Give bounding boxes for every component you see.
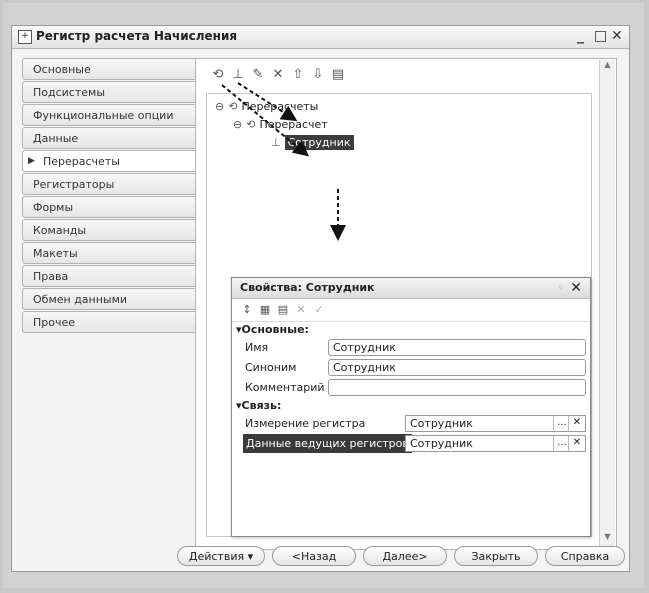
leading-value: Сотрудник bbox=[410, 437, 473, 450]
delete-icon[interactable]: ✕ bbox=[268, 67, 288, 85]
recalculation-tree[interactable]: ⊖ ⟲ Перерасчеты ⊖ ⟲ Перерасчет ⊥ Сотрудник Св… bbox=[206, 93, 592, 537]
collapse-icon[interactable]: ⊖ bbox=[233, 118, 242, 131]
scroll-up-icon[interactable]: ▲ bbox=[600, 60, 615, 76]
move-up-icon[interactable]: ⇧ bbox=[288, 67, 308, 85]
actions-button[interactable]: Действия ▾ bbox=[177, 546, 265, 566]
tab-data[interactable]: Данные bbox=[22, 127, 196, 149]
tree-node-label: Сотрудник bbox=[284, 135, 354, 150]
tab-label: Права bbox=[33, 270, 69, 283]
recalc-icon: ⟲ bbox=[228, 100, 238, 113]
apply-icon[interactable]: ✓ bbox=[310, 299, 328, 321]
tab-label: Основные bbox=[33, 63, 91, 76]
tree-node-label: Перерасчеты bbox=[241, 100, 319, 113]
leading-clear-button[interactable]: ✕ bbox=[568, 436, 585, 451]
dimension-label: Измерение регистра bbox=[245, 417, 366, 430]
tab-forms[interactable]: Формы bbox=[22, 196, 196, 218]
name-field[interactable]: Сотрудник bbox=[328, 339, 586, 356]
collapse-icon[interactable]: ⊖ bbox=[215, 100, 224, 113]
side-tabs: Основные Подсистемы Функциональные опции… bbox=[22, 58, 198, 334]
tab-label: Регистраторы bbox=[33, 178, 115, 191]
title-bar: + Регистр расчета Начисления _ □ ✕ bbox=[12, 26, 629, 49]
dimension-row: Измерение регистра Сотрудник ... ✕ bbox=[232, 414, 590, 434]
categories-icon[interactable]: ▦ bbox=[256, 299, 274, 321]
screenshot-frame: + Регистр расчета Начисления _ □ ✕ Основ… bbox=[3, 3, 644, 588]
tab-registrators[interactable]: Регистраторы bbox=[22, 173, 196, 195]
tab-main[interactable]: Основные bbox=[22, 58, 196, 80]
tab-functional-options[interactable]: Функциональные опции bbox=[22, 104, 196, 126]
tab-label: Данные bbox=[33, 132, 79, 145]
tab-data-exchange[interactable]: Обмен данными bbox=[22, 288, 196, 310]
bottom-buttons: Действия ▾ <Назад Далее> Закрыть Справка bbox=[12, 546, 629, 571]
recalculations-panel: ⟲ ⊥ ✎ ✕ ⇧ ⇩ ▤ ⊖ ⟲ Перерасчеты ⊖ ⟲ Перерасчет ⊥ Сотр… bbox=[195, 58, 617, 550]
tree-toolbar: ⟲ ⊥ ✎ ✕ ⇧ ⇩ ▤ bbox=[208, 67, 348, 87]
name-label: Имя bbox=[245, 341, 269, 354]
recalc-icon: ⟲ bbox=[246, 118, 256, 131]
leading-row: Данные ведущих регистров Сотрудник ... ✕ bbox=[232, 434, 590, 454]
move-down-icon[interactable]: ⇩ bbox=[308, 67, 328, 85]
active-tab-arrow-icon: ▶ bbox=[28, 156, 35, 166]
comment-field[interactable] bbox=[328, 379, 586, 396]
properties-toolbar: ↕ ▦ ▤ ✕ ✓ bbox=[232, 299, 590, 322]
add-icon[interactable]: ⟲ bbox=[208, 67, 228, 85]
properties-dialog: Свойства: Сотрудник ◦ ✕ ↕ ▦ ▤ ✕ ✓ ▾Основные:… bbox=[231, 277, 591, 537]
tab-label: Функциональные опции bbox=[33, 109, 174, 122]
sort-icon[interactable]: ↕ bbox=[238, 299, 256, 321]
properties-title-bar: Свойства: Сотрудник ◦ ✕ bbox=[232, 278, 590, 299]
filter-icon[interactable]: ▤ bbox=[274, 299, 292, 321]
tab-label: Команды bbox=[33, 224, 87, 237]
properties-icon[interactable]: ▤ bbox=[328, 67, 348, 85]
tab-templates[interactable]: Макеты bbox=[22, 242, 196, 264]
tab-label: Формы bbox=[33, 201, 74, 214]
vertical-scrollbar[interactable]: ▲ ▼ bbox=[599, 60, 615, 548]
close-dialog-button[interactable]: Закрыть bbox=[454, 546, 538, 566]
properties-title: Свойства: Сотрудник bbox=[240, 281, 375, 294]
tree-node-label: Перерасчет bbox=[259, 118, 328, 131]
name-row: Имя Сотрудник bbox=[232, 338, 590, 358]
add-subitem-icon[interactable]: ⊥ bbox=[228, 67, 248, 85]
section-label: Связь: bbox=[241, 399, 282, 412]
tab-other[interactable]: Прочее bbox=[22, 311, 196, 333]
register-window: + Регистр расчета Начисления _ □ ✕ Основ… bbox=[11, 25, 630, 572]
close-icon[interactable]: ✕ bbox=[570, 278, 582, 298]
tab-label: Перерасчеты bbox=[43, 155, 120, 168]
edit-icon[interactable]: ✎ bbox=[248, 67, 268, 85]
comment-row: Комментарий bbox=[232, 378, 590, 398]
synonym-row: Синоним Сотрудник bbox=[232, 358, 590, 378]
register-icon[interactable]: + bbox=[18, 30, 32, 44]
tab-label: Обмен данными bbox=[33, 293, 128, 306]
close-button[interactable]: ✕ bbox=[611, 28, 623, 44]
chevron-down-icon: ▾ bbox=[247, 550, 254, 563]
section-main[interactable]: ▾Основные: bbox=[232, 322, 590, 338]
tab-label: Подсистемы bbox=[33, 86, 106, 99]
tree-node-root[interactable]: ⊖ ⟲ Перерасчеты bbox=[215, 100, 318, 113]
dimension-icon: ⊥ bbox=[271, 136, 281, 149]
section-label: Основные: bbox=[241, 323, 309, 336]
tab-recalculations[interactable]: ▶ Перерасчеты bbox=[22, 150, 198, 172]
comment-label: Комментарий bbox=[245, 381, 325, 394]
maximize-button[interactable]: □ bbox=[594, 28, 607, 44]
tree-node-employee[interactable]: ⊥ Сотрудник bbox=[271, 135, 354, 150]
tab-commands[interactable]: Команды bbox=[22, 219, 196, 241]
dimension-clear-button[interactable]: ✕ bbox=[568, 416, 585, 431]
back-button[interactable]: <Назад bbox=[272, 546, 356, 566]
synonym-label: Синоним bbox=[245, 361, 297, 374]
tree-node-recalc[interactable]: ⊖ ⟲ Перерасчет bbox=[233, 118, 328, 131]
dimension-field[interactable]: Сотрудник ... ✕ bbox=[405, 415, 586, 432]
tab-subsystems[interactable]: Подсистемы bbox=[22, 81, 196, 103]
tab-label: Макеты bbox=[33, 247, 78, 260]
section-link[interactable]: ▾Связь: bbox=[232, 398, 590, 414]
leading-label: Данные ведущих регистров bbox=[243, 434, 412, 453]
window-title: Регистр расчета Начисления bbox=[36, 29, 238, 43]
tab-label: Прочее bbox=[33, 316, 76, 329]
pin-icon[interactable]: ◦ bbox=[558, 278, 564, 298]
leading-field[interactable]: Сотрудник ... ✕ bbox=[405, 435, 586, 452]
cancel-icon[interactable]: ✕ bbox=[292, 299, 310, 321]
actions-label: Действия bbox=[188, 550, 245, 563]
dimension-value: Сотрудник bbox=[410, 417, 473, 430]
help-button[interactable]: Справка bbox=[545, 546, 625, 566]
next-button[interactable]: Далее> bbox=[363, 546, 447, 566]
minimize-button[interactable]: _ bbox=[577, 28, 584, 44]
tab-rights[interactable]: Права bbox=[22, 265, 196, 287]
synonym-field[interactable]: Сотрудник bbox=[328, 359, 586, 376]
